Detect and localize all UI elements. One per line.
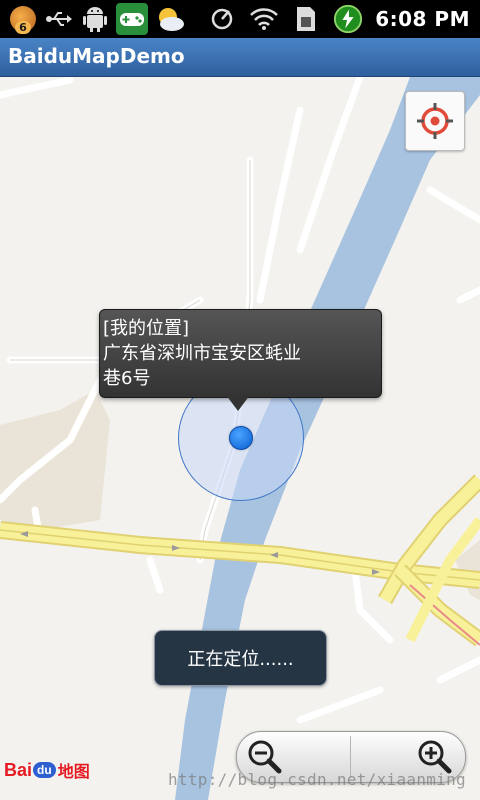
sync-icon bbox=[207, 4, 237, 34]
wifi-icon bbox=[249, 4, 279, 34]
popup-pointer bbox=[226, 395, 250, 411]
logo-bai: Bai bbox=[4, 759, 33, 780]
location-popup-text: [我的位置] 广东省深圳市宝安区蚝业 巷6号 bbox=[103, 318, 301, 389]
android-debug-icon bbox=[80, 4, 110, 34]
battery-icon bbox=[333, 4, 363, 34]
game-icon bbox=[116, 3, 148, 35]
status-bar-right: 6:08 PM bbox=[207, 2, 470, 36]
status-bar-left: 6 bbox=[8, 2, 186, 36]
status-time: 6:08 PM bbox=[375, 7, 470, 31]
my-location-dot[interactable] bbox=[229, 426, 253, 450]
weather-icon bbox=[154, 4, 186, 34]
notification-badge-icon: 6 bbox=[8, 4, 38, 34]
logo-du: du bbox=[33, 762, 56, 778]
baidu-map-logo: Bai du 地图 bbox=[4, 758, 90, 782]
app-title: BaiduMapDemo bbox=[8, 44, 185, 68]
logo-cn: 地图 bbox=[57, 764, 90, 781]
sim-icon bbox=[291, 4, 321, 34]
status-bar: 6 6:08 PM bbox=[0, 0, 480, 38]
usb-icon bbox=[44, 4, 74, 34]
locating-toast: 正在定位...... bbox=[154, 630, 327, 686]
locate-button[interactable] bbox=[405, 91, 465, 151]
app-title-bar: BaiduMapDemo bbox=[0, 38, 480, 77]
land-block bbox=[0, 390, 110, 530]
watermark: http://blog.csdn.net/xiaanming bbox=[168, 770, 466, 789]
notification-count: 6 bbox=[15, 21, 31, 34]
crosshair-icon bbox=[417, 103, 453, 139]
location-popup[interactable]: [我的位置] 广东省深圳市宝安区蚝业 巷6号 bbox=[99, 309, 382, 398]
